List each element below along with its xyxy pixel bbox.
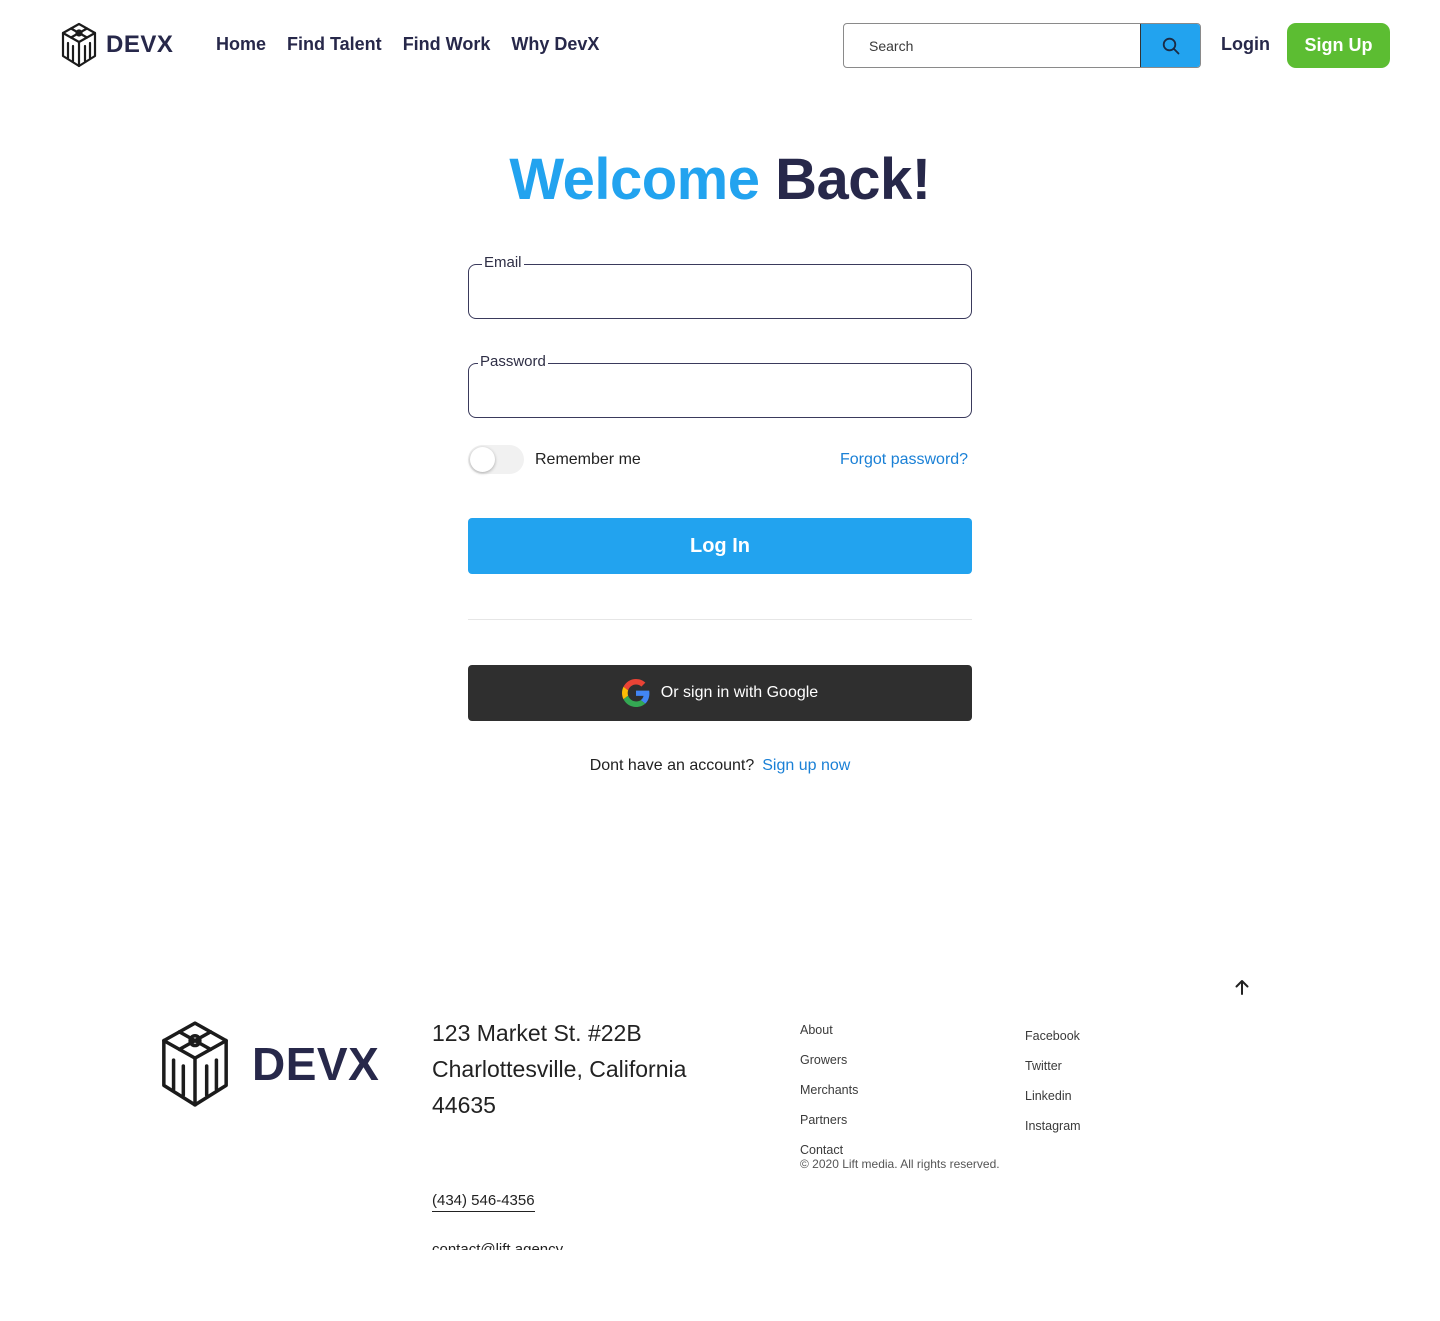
search-icon bbox=[1162, 37, 1179, 54]
brand-name: DEVX bbox=[106, 31, 174, 58]
nav-link-home[interactable]: Home bbox=[216, 34, 266, 55]
footer-email-clip: contact@lift.agency bbox=[432, 1240, 563, 1250]
arrow-up-icon[interactable] bbox=[1232, 977, 1252, 997]
address-line: Charlottesville, California bbox=[432, 1056, 687, 1082]
footer-link-partners[interactable]: Partners bbox=[800, 1105, 858, 1135]
password-field-group: Password bbox=[468, 353, 972, 418]
footer-link-facebook[interactable]: Facebook bbox=[1025, 1021, 1081, 1051]
footer-links-social: Facebook Twitter Linkedin Instagram bbox=[1025, 1021, 1081, 1141]
email-field[interactable] bbox=[480, 272, 960, 312]
footer-email-link[interactable]: contact@lift.agency bbox=[432, 1241, 563, 1250]
nav-link-why-devx[interactable]: Why DevX bbox=[511, 34, 599, 55]
footer-link-about[interactable]: About bbox=[800, 1015, 858, 1045]
search-input[interactable] bbox=[844, 24, 1140, 67]
log-in-button[interactable]: Log In bbox=[468, 518, 972, 574]
remember-me-toggle[interactable] bbox=[468, 445, 524, 474]
footer-phone-link[interactable]: (434) 546-4356 bbox=[432, 1192, 535, 1212]
title-accent: Welcome bbox=[509, 147, 760, 212]
copyright: © 2020 Lift media. All rights reserved. bbox=[800, 1157, 1000, 1171]
address-line: 123 Market St. #22B bbox=[432, 1020, 642, 1046]
footer-links-company: About Growers Merchants Partners Contact bbox=[800, 1015, 858, 1165]
footer-link-twitter[interactable]: Twitter bbox=[1025, 1051, 1081, 1081]
remember-me-label: Remember me bbox=[535, 451, 641, 468]
main-nav: Home Find Talent Find Work Why DevX bbox=[216, 34, 599, 55]
header-login-link[interactable]: Login bbox=[1221, 34, 1270, 55]
signup-prompt: Dont have an account? bbox=[589, 757, 755, 774]
password-label: Password bbox=[478, 353, 548, 371]
page-title: Welcome Back! bbox=[0, 146, 1440, 213]
footer-link-linkedin[interactable]: Linkedin bbox=[1025, 1081, 1081, 1111]
search-button[interactable] bbox=[1140, 24, 1200, 67]
google-button-label: Or sign in with Google bbox=[660, 684, 819, 701]
address-line: 44635 bbox=[432, 1092, 496, 1118]
toggle-knob bbox=[470, 447, 495, 472]
email-field-group: Email bbox=[468, 254, 972, 319]
footer-link-instagram[interactable]: Instagram bbox=[1025, 1111, 1081, 1141]
google-sign-in-button[interactable]: Or sign in with Google bbox=[468, 665, 972, 721]
footer-link-growers[interactable]: Growers bbox=[800, 1045, 858, 1075]
brand[interactable]: DEVX bbox=[60, 22, 173, 68]
sign-up-now-link[interactable]: Sign up now bbox=[762, 757, 850, 774]
footer-brand[interactable]: DEVX bbox=[158, 1019, 379, 1109]
divider bbox=[468, 619, 972, 620]
signup-row: Dont have an account? Sign up now bbox=[0, 757, 1440, 775]
search-box bbox=[843, 23, 1201, 68]
devx-logo-icon bbox=[61, 22, 97, 68]
footer-brand-name: DEVX bbox=[252, 1038, 380, 1090]
nav-link-find-talent[interactable]: Find Talent bbox=[287, 34, 382, 55]
email-label: Email bbox=[482, 254, 524, 272]
devx-logo-icon bbox=[162, 1021, 228, 1107]
site-header: DEVX Home Find Talent Find Work Why DevX… bbox=[0, 0, 1440, 90]
password-field[interactable] bbox=[480, 371, 960, 411]
footer-address: 123 Market St. #22B Charlottesville, Cal… bbox=[432, 1015, 686, 1123]
title-rest: Back! bbox=[775, 147, 931, 212]
forgot-password-link[interactable]: Forgot password? bbox=[840, 451, 968, 469]
google-icon bbox=[621, 679, 650, 707]
footer-link-merchants[interactable]: Merchants bbox=[800, 1075, 858, 1105]
nav-link-find-work[interactable]: Find Work bbox=[403, 34, 491, 55]
header-signup-button[interactable]: Sign Up bbox=[1287, 23, 1390, 68]
